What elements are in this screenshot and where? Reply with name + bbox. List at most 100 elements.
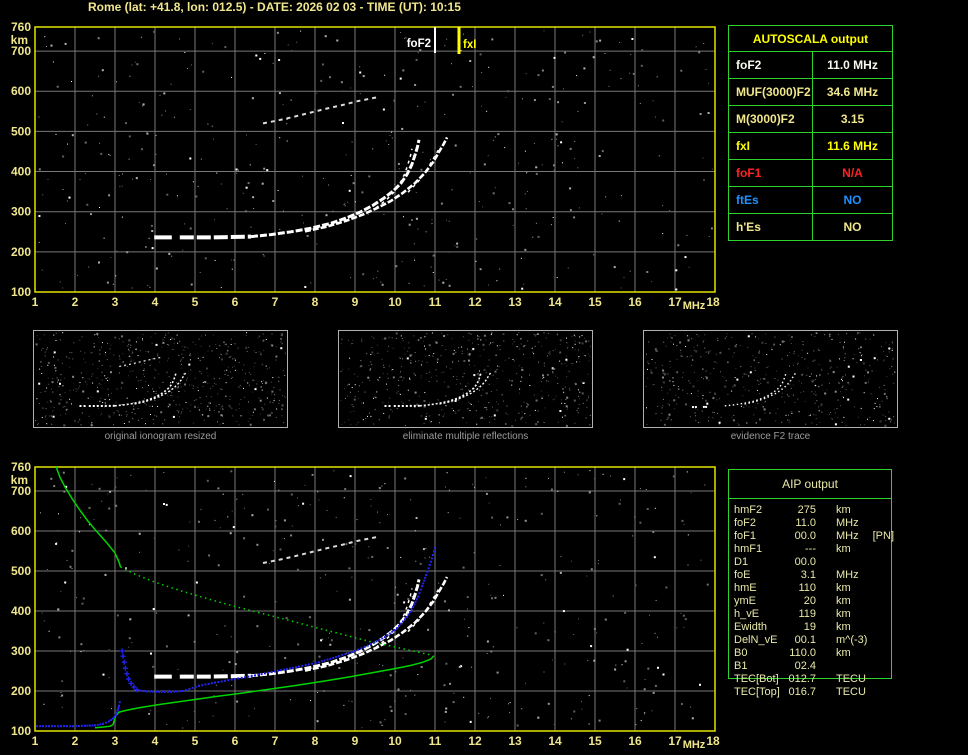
aip-param-label: foE: [734, 569, 751, 581]
svg-text:300: 300: [11, 205, 31, 219]
aip-row-ymE: ymE 20 km: [734, 595, 892, 608]
svg-text:1: 1: [32, 734, 39, 748]
autoscala-param-label: ftEs: [729, 187, 813, 213]
autoscala-param-value: 34.6 MHz: [826, 85, 879, 99]
autoscala-row-ftEs: ftEs NO: [729, 186, 892, 213]
svg-text:500: 500: [11, 564, 31, 578]
aip-param-value: 00.1: [794, 634, 816, 646]
aip-param-label: DelN_vE: [734, 634, 778, 646]
aip-table-rows: hmF2 275 km foF2 11.0 MHz foF1 00.0 MHz [PN] hmF1 -…: [734, 504, 895, 699]
svg-text:11: 11: [429, 734, 442, 748]
thumbnail-caption-evidence: evidence F2 trace: [730, 431, 811, 442]
svg-text:600: 600: [11, 84, 31, 98]
svg-text:9: 9: [352, 734, 359, 748]
svg-text:7: 7: [272, 295, 279, 309]
svg-text:17: 17: [668, 734, 682, 748]
thumbnail-caption-eliminate: eliminate multiple reflections: [402, 431, 529, 442]
aip-param-label: foF2: [734, 517, 757, 529]
svg-text:5: 5: [192, 734, 199, 748]
aip-param-unit: MHz: [836, 517, 859, 529]
svg-text:200: 200: [11, 684, 31, 698]
aip-param-value: ---: [805, 543, 816, 555]
svg-text:12: 12: [468, 295, 482, 309]
autoscala-param-label: M(3000)F2: [729, 106, 813, 132]
svg-text:8: 8: [312, 295, 319, 309]
svg-text:15: 15: [588, 295, 602, 309]
aip-row-B0: B0 110.0 km: [734, 647, 892, 660]
aip-row-foF2: foF2 11.0 MHz: [734, 517, 892, 530]
aip-param-unit: km: [836, 543, 851, 555]
autoscala-param-label: MUF(3000)F2: [729, 79, 813, 105]
svg-text:300: 300: [11, 644, 31, 658]
svg-text:14: 14: [548, 734, 562, 748]
aip-row-foF1: foF1 00.0 MHz [PN]: [734, 530, 895, 543]
svg-text:2: 2: [72, 295, 79, 309]
svg-text:8: 8: [312, 734, 319, 748]
aip-param-unit: km: [836, 582, 851, 594]
aip-param-extra: [PN]: [872, 530, 895, 542]
aip-param-unit: km: [836, 595, 851, 607]
svg-text:15: 15: [588, 734, 602, 748]
aip-param-value: 3.1: [800, 569, 816, 581]
svg-text:16: 16: [628, 734, 642, 748]
svg-text:600: 600: [11, 524, 31, 538]
aip-param-label: TEC[Bot]: [734, 673, 779, 685]
autoscala-output-table: AUTOSCALA output foF2 11.0 MHz MUF(3000)F2…: [728, 25, 893, 241]
svg-text:5: 5: [192, 295, 199, 309]
aip-param-label: hmF2: [734, 504, 763, 516]
aip-param-unit: m^(-3): [836, 634, 868, 646]
svg-text:3: 3: [112, 295, 119, 309]
aip-param-value: 19: [803, 621, 816, 633]
svg-text:7: 7: [272, 734, 279, 748]
aip-param-value: 275: [797, 504, 816, 516]
autoscala-window: Rome (lat: +41.8, lon: 012.5) - DATE: 20…: [0, 0, 968, 755]
aip-row-TEC[Bot]: TEC[Bot] 012.7 TECU: [734, 673, 892, 686]
svg-text:1: 1: [32, 295, 39, 309]
aip-param-unit: TECU: [836, 673, 866, 685]
svg-text:12: 12: [468, 734, 482, 748]
aip-param-value: 110: [798, 582, 816, 594]
svg-text:9: 9: [352, 295, 359, 309]
autoscala-row-foF2: foF2 11.0 MHz: [729, 51, 892, 78]
autoscala-param-value: 11.0 MHz: [827, 58, 878, 72]
svg-text:13: 13: [508, 734, 522, 748]
aip-row-h_vE: h_vE 119 km: [734, 608, 892, 621]
autoscala-table-title: AUTOSCALA output: [752, 31, 869, 46]
aip-param-value: 20: [803, 595, 816, 607]
svg-text:14: 14: [548, 295, 562, 309]
thumbnail-eliminate-reflections: [338, 330, 593, 428]
svg-text:16: 16: [628, 295, 642, 309]
svg-text:400: 400: [11, 604, 31, 618]
aip-param-label: TEC[Top]: [734, 686, 780, 698]
svg-text:10: 10: [388, 734, 402, 748]
svg-text:MHz: MHz: [683, 739, 706, 751]
svg-text:MHz: MHz: [683, 300, 706, 312]
svg-text:6: 6: [232, 295, 239, 309]
svg-text:3: 3: [112, 734, 119, 748]
aip-row-foE: foE 3.1 MHz: [734, 569, 892, 582]
svg-text:100: 100: [11, 285, 31, 299]
svg-text:4: 4: [152, 734, 159, 748]
thumbnail-evidence-f2-trace: [643, 330, 898, 428]
svg-text:foF2: foF2: [407, 38, 431, 50]
svg-text:6: 6: [232, 734, 239, 748]
aip-param-unit: MHz: [836, 569, 859, 581]
autoscala-param-value: 11.6 MHz: [827, 139, 878, 153]
aip-param-unit: MHz: [836, 530, 859, 542]
autoscala-param-label: h'Es: [729, 214, 813, 240]
aip-table-title: AIP output: [729, 470, 891, 499]
autoscala-row-h'Es: h'Es NO: [729, 213, 892, 240]
aip-param-unit: TECU: [836, 686, 866, 698]
aip-param-label: ymE: [734, 595, 756, 607]
thumbnail-original-ionogram: [33, 330, 288, 428]
aip-param-label: h_vE: [734, 608, 760, 620]
autoscala-param-label: foF2: [729, 52, 813, 78]
thumbnail-caption-original: original ionogram resized: [104, 431, 217, 442]
aip-param-unit: km: [836, 504, 851, 516]
autoscala-param-value: 3.15: [840, 112, 865, 126]
svg-text:760: 760: [11, 460, 31, 474]
svg-text:18: 18: [706, 295, 720, 309]
autoscala-row-MUF(3000)F2: MUF(3000)F2 34.6 MHz: [729, 78, 892, 105]
svg-text:11: 11: [429, 295, 442, 309]
svg-text:400: 400: [11, 165, 31, 179]
